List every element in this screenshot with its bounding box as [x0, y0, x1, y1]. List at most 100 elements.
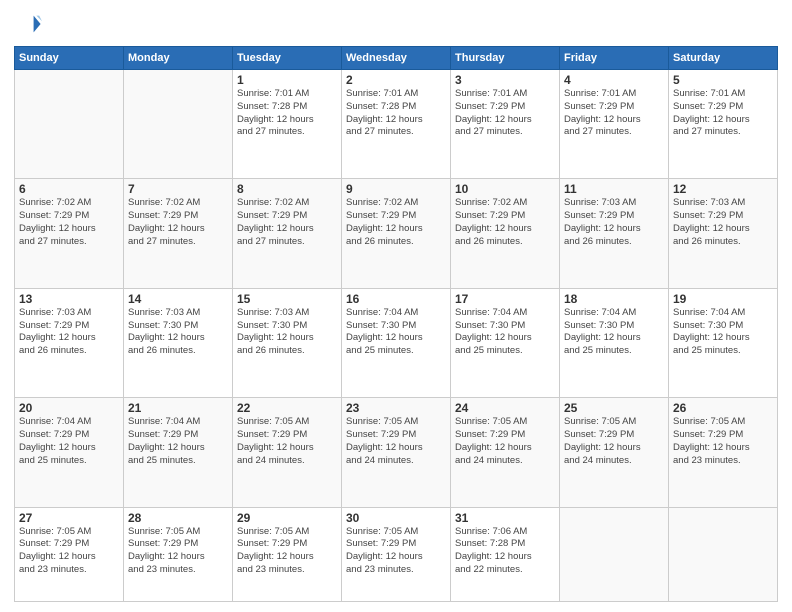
day-cell: 3Sunrise: 7:01 AM Sunset: 7:29 PM Daylig…	[451, 70, 560, 179]
logo-icon	[14, 10, 42, 38]
day-cell: 4Sunrise: 7:01 AM Sunset: 7:29 PM Daylig…	[560, 70, 669, 179]
day-number: 10	[455, 182, 555, 196]
day-detail: Sunrise: 7:03 AM Sunset: 7:29 PM Dayligh…	[673, 197, 773, 248]
week-row-5: 27Sunrise: 7:05 AM Sunset: 7:29 PM Dayli…	[15, 507, 778, 602]
day-detail: Sunrise: 7:04 AM Sunset: 7:30 PM Dayligh…	[455, 307, 555, 358]
day-cell: 6Sunrise: 7:02 AM Sunset: 7:29 PM Daylig…	[15, 179, 124, 288]
day-number: 19	[673, 292, 773, 306]
day-detail: Sunrise: 7:05 AM Sunset: 7:29 PM Dayligh…	[237, 526, 337, 577]
day-number: 5	[673, 73, 773, 87]
day-cell: 2Sunrise: 7:01 AM Sunset: 7:28 PM Daylig…	[342, 70, 451, 179]
weekday-monday: Monday	[124, 47, 233, 70]
weekday-wednesday: Wednesday	[342, 47, 451, 70]
day-cell: 29Sunrise: 7:05 AM Sunset: 7:29 PM Dayli…	[233, 507, 342, 602]
day-cell: 13Sunrise: 7:03 AM Sunset: 7:29 PM Dayli…	[15, 288, 124, 397]
logo	[14, 10, 44, 38]
day-cell: 14Sunrise: 7:03 AM Sunset: 7:30 PM Dayli…	[124, 288, 233, 397]
day-number: 12	[673, 182, 773, 196]
weekday-saturday: Saturday	[669, 47, 778, 70]
day-number: 28	[128, 511, 228, 525]
calendar-body: 1 Sunrise: 7:01 AM Sunset: 7:28 PM Daylig…	[15, 70, 778, 602]
day-cell: 30Sunrise: 7:05 AM Sunset: 7:29 PM Dayli…	[342, 507, 451, 602]
day-number: 7	[128, 182, 228, 196]
day-number: 16	[346, 292, 446, 306]
day-cell: 15Sunrise: 7:03 AM Sunset: 7:30 PM Dayli…	[233, 288, 342, 397]
day-detail: Sunrise: 7:05 AM Sunset: 7:29 PM Dayligh…	[564, 416, 664, 467]
day-detail: Sunrise: 7:05 AM Sunset: 7:29 PM Dayligh…	[455, 416, 555, 467]
day-number: 30	[346, 511, 446, 525]
day-detail: Sunrise: 7:06 AM Sunset: 7:28 PM Dayligh…	[455, 526, 555, 577]
day-detail: Sunrise: 7:02 AM Sunset: 7:29 PM Dayligh…	[237, 197, 337, 248]
day-detail: Sunrise: 7:05 AM Sunset: 7:29 PM Dayligh…	[346, 416, 446, 467]
day-detail: Sunrise: 7:04 AM Sunset: 7:30 PM Dayligh…	[346, 307, 446, 358]
day-detail: Sunrise: 7:05 AM Sunset: 7:29 PM Dayligh…	[19, 526, 119, 577]
week-row-3: 13Sunrise: 7:03 AM Sunset: 7:29 PM Dayli…	[15, 288, 778, 397]
day-detail: Sunrise: 7:03 AM Sunset: 7:29 PM Dayligh…	[564, 197, 664, 248]
day-cell: 19Sunrise: 7:04 AM Sunset: 7:30 PM Dayli…	[669, 288, 778, 397]
day-cell	[124, 70, 233, 179]
header	[14, 10, 778, 38]
day-number: 6	[19, 182, 119, 196]
day-number: 1	[237, 73, 337, 87]
day-number: 29	[237, 511, 337, 525]
day-number: 20	[19, 401, 119, 415]
day-cell: 20Sunrise: 7:04 AM Sunset: 7:29 PM Dayli…	[15, 398, 124, 507]
day-detail: Sunrise: 7:01 AM Sunset: 7:29 PM Dayligh…	[673, 88, 773, 139]
day-number: 17	[455, 292, 555, 306]
day-detail: Sunrise: 7:05 AM Sunset: 7:29 PM Dayligh…	[673, 416, 773, 467]
day-number: 31	[455, 511, 555, 525]
day-detail: Sunrise: 7:04 AM Sunset: 7:29 PM Dayligh…	[128, 416, 228, 467]
day-number: 23	[346, 401, 446, 415]
day-number: 8	[237, 182, 337, 196]
day-number: 25	[564, 401, 664, 415]
day-cell: 9Sunrise: 7:02 AM Sunset: 7:29 PM Daylig…	[342, 179, 451, 288]
day-detail: Sunrise: 7:04 AM Sunset: 7:30 PM Dayligh…	[564, 307, 664, 358]
day-cell: 21Sunrise: 7:04 AM Sunset: 7:29 PM Dayli…	[124, 398, 233, 507]
weekday-thursday: Thursday	[451, 47, 560, 70]
weekday-friday: Friday	[560, 47, 669, 70]
day-detail: Sunrise: 7:01 AM Sunset: 7:28 PM Dayligh…	[346, 88, 446, 139]
day-number: 11	[564, 182, 664, 196]
day-detail: Sunrise: 7:02 AM Sunset: 7:29 PM Dayligh…	[19, 197, 119, 248]
weekday-header-row: SundayMondayTuesdayWednesdayThursdayFrid…	[15, 47, 778, 70]
day-number: 13	[19, 292, 119, 306]
day-cell: 11Sunrise: 7:03 AM Sunset: 7:29 PM Dayli…	[560, 179, 669, 288]
day-detail: Sunrise: 7:03 AM Sunset: 7:30 PM Dayligh…	[237, 307, 337, 358]
day-detail: Sunrise: 7:05 AM Sunset: 7:29 PM Dayligh…	[128, 526, 228, 577]
day-cell: 7Sunrise: 7:02 AM Sunset: 7:29 PM Daylig…	[124, 179, 233, 288]
day-cell: 22Sunrise: 7:05 AM Sunset: 7:29 PM Dayli…	[233, 398, 342, 507]
day-cell: 31Sunrise: 7:06 AM Sunset: 7:28 PM Dayli…	[451, 507, 560, 602]
day-cell: 28Sunrise: 7:05 AM Sunset: 7:29 PM Dayli…	[124, 507, 233, 602]
day-cell: 8Sunrise: 7:02 AM Sunset: 7:29 PM Daylig…	[233, 179, 342, 288]
day-cell: 10Sunrise: 7:02 AM Sunset: 7:29 PM Dayli…	[451, 179, 560, 288]
day-number: 22	[237, 401, 337, 415]
day-detail: Sunrise: 7:02 AM Sunset: 7:29 PM Dayligh…	[128, 197, 228, 248]
day-cell	[15, 70, 124, 179]
day-cell: 16Sunrise: 7:04 AM Sunset: 7:30 PM Dayli…	[342, 288, 451, 397]
day-cell: 1Sunrise: 7:01 AM Sunset: 7:28 PM Daylig…	[233, 70, 342, 179]
day-detail: Sunrise: 7:01 AM Sunset: 7:29 PM Dayligh…	[455, 88, 555, 139]
day-detail: Sunrise: 7:05 AM Sunset: 7:29 PM Dayligh…	[346, 526, 446, 577]
day-number: 9	[346, 182, 446, 196]
day-detail: Sunrise: 7:03 AM Sunset: 7:30 PM Dayligh…	[128, 307, 228, 358]
day-number: 14	[128, 292, 228, 306]
calendar-table: SundayMondayTuesdayWednesdayThursdayFrid…	[14, 46, 778, 602]
day-number: 26	[673, 401, 773, 415]
weekday-tuesday: Tuesday	[233, 47, 342, 70]
day-detail: Sunrise: 7:04 AM Sunset: 7:30 PM Dayligh…	[673, 307, 773, 358]
day-number: 2	[346, 73, 446, 87]
day-cell: 27Sunrise: 7:05 AM Sunset: 7:29 PM Dayli…	[15, 507, 124, 602]
day-cell	[669, 507, 778, 602]
page: SundayMondayTuesdayWednesdayThursdayFrid…	[0, 0, 792, 612]
weekday-sunday: Sunday	[15, 47, 124, 70]
day-number: 24	[455, 401, 555, 415]
day-cell: 18Sunrise: 7:04 AM Sunset: 7:30 PM Dayli…	[560, 288, 669, 397]
day-cell: 23Sunrise: 7:05 AM Sunset: 7:29 PM Dayli…	[342, 398, 451, 507]
day-cell: 26Sunrise: 7:05 AM Sunset: 7:29 PM Dayli…	[669, 398, 778, 507]
day-cell: 24Sunrise: 7:05 AM Sunset: 7:29 PM Dayli…	[451, 398, 560, 507]
day-cell: 5Sunrise: 7:01 AM Sunset: 7:29 PM Daylig…	[669, 70, 778, 179]
day-detail: Sunrise: 7:05 AM Sunset: 7:29 PM Dayligh…	[237, 416, 337, 467]
week-row-4: 20Sunrise: 7:04 AM Sunset: 7:29 PM Dayli…	[15, 398, 778, 507]
day-detail: Sunrise: 7:02 AM Sunset: 7:29 PM Dayligh…	[455, 197, 555, 248]
day-detail: Sunrise: 7:04 AM Sunset: 7:29 PM Dayligh…	[19, 416, 119, 467]
